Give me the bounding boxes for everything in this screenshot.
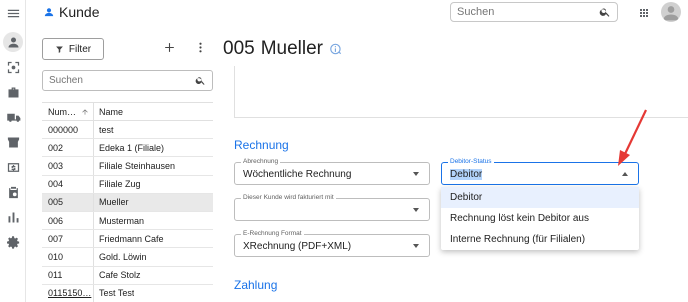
dropdown-option-kein-debitor[interactable]: Rechnung löst kein Debitor aus: [441, 208, 639, 229]
row-name: Test Test: [99, 288, 135, 299]
section-rechnung: Rechnung: [234, 138, 289, 152]
app-title: Kunde: [44, 4, 99, 20]
debitor-status-value-text: Debitor: [450, 169, 483, 180]
filter-button-label: Filter: [68, 43, 92, 55]
table-row-selected[interactable]: 005 Mueller: [42, 193, 213, 212]
info-icon[interactable]: [329, 42, 343, 56]
row-number: 007: [42, 230, 94, 248]
more-options-button[interactable]: [194, 41, 208, 55]
menu-icon[interactable]: [5, 5, 21, 21]
global-search-input[interactable]: [457, 6, 587, 18]
filter-icon: [56, 46, 63, 53]
section-zahlung: Zahlung: [234, 278, 278, 292]
row-name: Filiale Steinhausen: [99, 160, 176, 171]
fakturiert-label: Dieser Kunde wird fakturiert mit: [241, 194, 336, 201]
dropdown-option-interne-rechnung[interactable]: Interne Rechnung (für Filialen): [441, 229, 639, 250]
table-row[interactable]: 006 Musterman: [42, 211, 213, 231]
dropdown-option-debitor[interactable]: Debitor: [441, 187, 639, 208]
row-name: Musterman: [99, 215, 145, 226]
dropdown-caret-icon: [413, 208, 419, 212]
search-icon[interactable]: [599, 6, 611, 18]
row-number: 000000: [42, 121, 94, 139]
row-name: Edeka 1 (Filiale): [99, 142, 165, 153]
nav-rail: [0, 0, 26, 302]
dollar-icon[interactable]: [5, 159, 21, 175]
debitor-status-value: Debitor: [450, 169, 483, 180]
row-number: 006: [42, 211, 94, 230]
top-bar: Kunde: [26, 0, 688, 26]
row-name: test: [99, 124, 114, 135]
filter-button[interactable]: Filter: [42, 38, 104, 60]
abrechnung-label: Abrechnung: [241, 158, 281, 165]
page-title: 005 Mueller: [223, 38, 343, 60]
table-row[interactable]: 007 Friedmann Cafe: [42, 230, 213, 249]
scan-icon[interactable]: [5, 59, 21, 75]
table-row[interactable]: 002 Edeka 1 (Filiale): [42, 139, 213, 158]
column-header-name[interactable]: Name: [94, 107, 123, 117]
user-avatar[interactable]: [661, 2, 681, 22]
row-number: 004: [42, 175, 94, 193]
customer-table: Num… Name 000000 test 002 Edeka 1 (Filiale…: [42, 102, 213, 302]
debitor-status-label: Debitor-Status: [448, 158, 494, 165]
row-name: Filiale Zug: [99, 179, 141, 190]
person-icon: [44, 8, 54, 17]
row-name: Cafe Stolz: [99, 270, 141, 281]
global-search[interactable]: [450, 2, 618, 22]
row-name: Mueller: [99, 197, 129, 208]
list-search-input[interactable]: [49, 75, 189, 86]
row-name: Gold. Löwin: [99, 251, 147, 262]
app-title-text: Kunde: [59, 4, 100, 20]
abrechnung-select[interactable]: Abrechnung Wöchentliche Rechnung: [234, 158, 430, 185]
annotation-arrow-icon: [618, 109, 647, 166]
erechnung-format-label: E-Rechnung Format: [241, 230, 304, 237]
dropdown-caret-icon: [413, 244, 419, 248]
table-row[interactable]: 0115150… Test Test: [42, 284, 213, 302]
add-customer-button[interactable]: [163, 41, 177, 55]
search-icon[interactable]: [195, 75, 206, 86]
briefcase-icon[interactable]: [5, 84, 21, 100]
list-search[interactable]: [42, 70, 213, 91]
row-number: 002: [42, 139, 94, 157]
erechnung-format-select[interactable]: E-Rechnung Format XRechnung (PDF+XML): [234, 230, 430, 257]
fakturiert-select[interactable]: Dieser Kunde wird fakturiert mit: [234, 194, 430, 221]
erechnung-format-value: XRechnung (PDF+XML): [243, 241, 352, 252]
abrechnung-value: Wöchentliche Rechnung: [243, 169, 352, 180]
store-icon[interactable]: [5, 134, 21, 150]
table-row[interactable]: 011 Cafe Stolz: [42, 266, 213, 285]
plus-icon: [165, 43, 174, 52]
debitor-status-select[interactable]: Debitor-Status Debitor: [441, 158, 639, 185]
clipboard-icon[interactable]: [5, 184, 21, 200]
column-header-number[interactable]: Num…: [42, 103, 94, 120]
table-header: Num… Name: [42, 103, 213, 121]
more-vert-icon: [199, 42, 202, 53]
sort-arrow-up-icon[interactable]: [81, 108, 89, 116]
table-row[interactable]: 010 Gold. Löwin: [42, 248, 213, 267]
row-name: Friedmann Cafe: [99, 233, 164, 244]
customer-name: Mueller: [260, 38, 324, 59]
settings-icon[interactable]: [5, 234, 21, 250]
apps-grid-icon[interactable]: [638, 6, 650, 18]
truck-icon[interactable]: [5, 109, 21, 125]
bar-chart-icon[interactable]: [5, 209, 21, 225]
debitor-status-dropdown-menu: Debitor Rechnung löst kein Debitor aus I…: [441, 187, 639, 250]
table-row[interactable]: 003 Filiale Steinhausen: [42, 157, 213, 176]
row-number: 003: [42, 157, 94, 175]
row-number: 011: [42, 266, 94, 284]
customer-number: 005: [223, 38, 255, 59]
person-icon[interactable]: [3, 32, 23, 52]
row-number: 010: [42, 248, 94, 266]
row-number: 0115150…: [42, 284, 94, 302]
dropdown-caret-up-icon: [622, 172, 628, 176]
column-header-number-label: Num…: [48, 106, 77, 117]
table-row[interactable]: 000000 test: [42, 121, 213, 140]
dropdown-caret-icon: [413, 172, 419, 176]
row-number: 005: [42, 193, 94, 211]
table-row[interactable]: 004 Filiale Zug: [42, 175, 213, 194]
